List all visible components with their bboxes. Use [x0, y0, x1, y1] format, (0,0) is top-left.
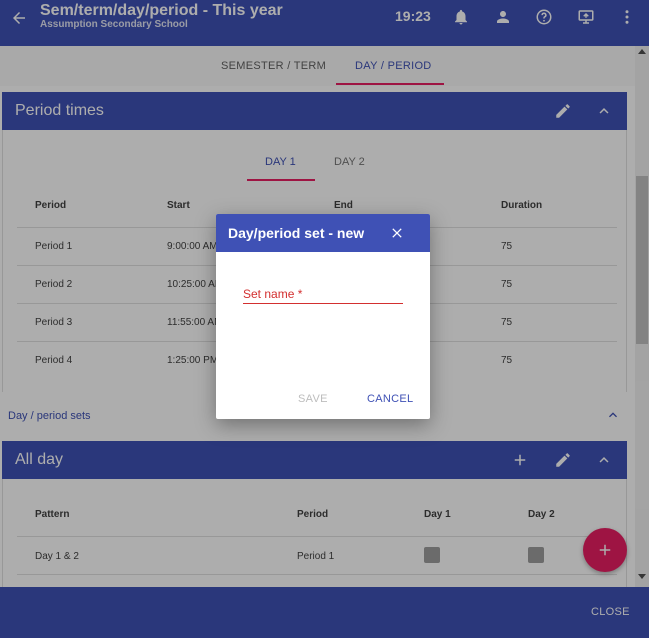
cancel-button[interactable]: CANCEL: [367, 393, 413, 405]
set-name-field[interactable]: Set name *: [243, 284, 403, 304]
set-name-input[interactable]: [243, 284, 403, 304]
dialog-header: Day/period set - new: [216, 214, 430, 252]
save-button[interactable]: SAVE: [298, 393, 328, 405]
close-icon[interactable]: [387, 223, 407, 243]
dialog-title: Day/period set - new: [228, 225, 365, 241]
new-set-dialog: Day/period set - new Set name * SAVE CAN…: [216, 214, 430, 419]
